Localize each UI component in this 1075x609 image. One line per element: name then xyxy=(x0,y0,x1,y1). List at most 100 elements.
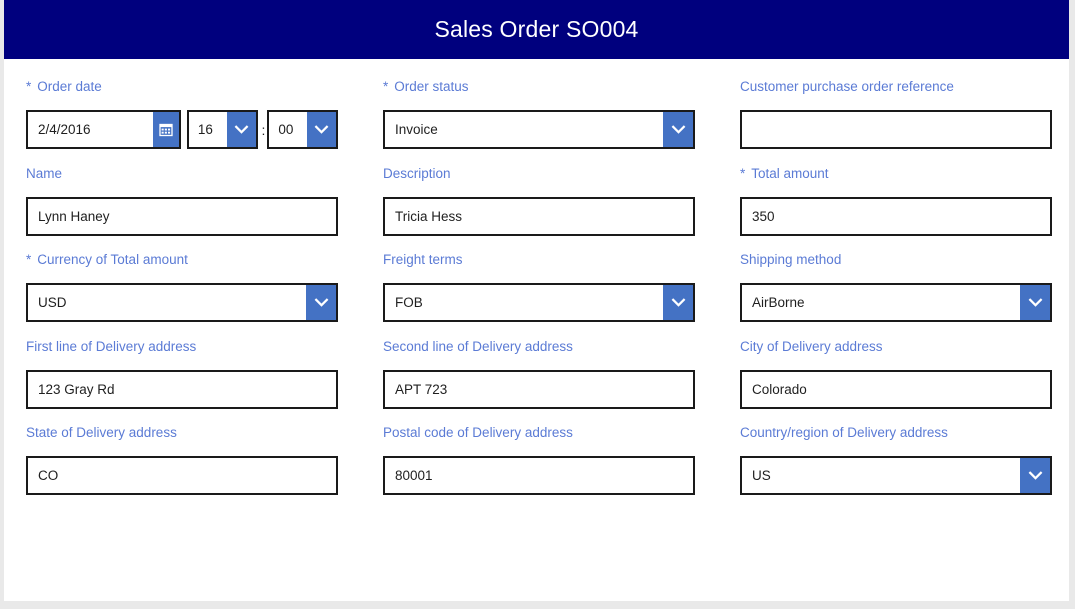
chevron-down-icon xyxy=(314,298,328,307)
chevron-down-icon xyxy=(671,298,685,307)
order-date-calendar-button[interactable] xyxy=(152,112,179,147)
field-label-text: Total amount xyxy=(751,165,829,181)
form-field-country-region-of-delivery-address: Country/region of Delivery address US xyxy=(740,425,1052,495)
second-line-of-delivery-address-input[interactable] xyxy=(383,369,695,409)
required-marker: * xyxy=(740,165,746,181)
order-date-date-picker[interactable]: 2/4/2016 xyxy=(26,110,181,149)
chevron-down-icon xyxy=(1028,298,1042,307)
freight-terms-dropdown-button[interactable] xyxy=(663,285,693,320)
order-date-minute-value: 00 xyxy=(278,122,294,137)
city-of-delivery-address-input[interactable] xyxy=(740,369,1052,409)
customer-purchase-order-reference-input[interactable] xyxy=(740,110,1052,149)
order-form: * Order date 2/4/2016 16:00 * Order status Inv… xyxy=(4,59,1069,495)
shipping-method-dropdown-button[interactable] xyxy=(1020,285,1050,320)
country-region-of-delivery-address-selected-value: US xyxy=(752,468,771,483)
order-status-selected-value: Invoice xyxy=(395,122,438,137)
form-field-order-date: * Order date 2/4/2016 16:00 xyxy=(26,79,338,149)
chevron-down-icon xyxy=(671,125,685,134)
field-label-order-date: * Order date xyxy=(26,79,338,96)
required-marker: * xyxy=(26,79,32,94)
time-separator: : xyxy=(261,121,266,138)
currency-of-total-amount-selected-value: USD xyxy=(38,295,67,310)
postal-code-of-delivery-address-input[interactable] xyxy=(383,456,695,495)
field-label-postal-code-of-delivery-address: Postal code of Delivery address xyxy=(383,425,695,442)
shipping-method-selected-value: AirBorne xyxy=(752,295,805,310)
form-row: State of Delivery address Postal code of … xyxy=(26,425,1052,495)
required-marker: * xyxy=(26,252,32,267)
form-row: First line of Delivery address Second lin… xyxy=(26,339,1052,409)
calendar-icon xyxy=(159,123,173,136)
field-label-text: Order status xyxy=(394,79,469,94)
first-line-of-delivery-address-input[interactable] xyxy=(26,369,338,409)
order-date-group: 2/4/2016 16:00 xyxy=(26,110,338,149)
order-date-minute-dropdown-button[interactable] xyxy=(307,112,336,147)
field-label-text: Name xyxy=(26,165,63,181)
field-label-text: Shipping method xyxy=(740,252,842,267)
chevron-down-icon xyxy=(314,125,329,134)
form-row: * Order date 2/4/2016 16:00 * Order status Inv… xyxy=(26,79,1052,149)
chevron-down-icon xyxy=(1028,471,1042,480)
page-header: Sales Order SO004 xyxy=(4,0,1069,59)
order-date-minute-select[interactable]: 00 xyxy=(267,110,338,149)
sales-order-form-card: Sales Order SO004 * Order date 2/4/2016 16:… xyxy=(4,0,1069,601)
country-region-of-delivery-address-combobox[interactable]: US xyxy=(740,456,1052,495)
field-label-text: City of Delivery address xyxy=(740,338,883,354)
required-marker: * xyxy=(383,79,389,94)
form-row: * Currency of Total amount USD Freight term… xyxy=(26,252,1052,322)
page-title: Sales Order SO004 xyxy=(434,16,639,42)
currency-of-total-amount-dropdown-button[interactable] xyxy=(306,285,336,320)
field-label-customer-purchase-order-reference: Customer purchase order reference xyxy=(740,79,1052,96)
field-label-total-amount: * Total amount xyxy=(740,166,1052,183)
field-label-name: Name xyxy=(26,166,338,183)
field-label-text: Freight terms xyxy=(383,252,463,267)
form-field-description: Description xyxy=(383,166,695,236)
field-label-text: Country/region of Delivery address xyxy=(740,425,948,440)
form-field-currency-of-total-amount: * Currency of Total amount USD xyxy=(26,252,338,322)
order-status-dropdown-button[interactable] xyxy=(663,112,693,147)
form-field-freight-terms: Freight terms FOB xyxy=(383,252,695,322)
form-field-customer-purchase-order-reference: Customer purchase order reference xyxy=(740,79,1052,149)
form-field-total-amount: * Total amount xyxy=(740,166,1052,236)
form-field-second-line-of-delivery-address: Second line of Delivery address xyxy=(383,339,695,409)
country-region-of-delivery-address-dropdown-button[interactable] xyxy=(1020,458,1050,493)
field-label-text: Postal code of Delivery address xyxy=(383,425,573,440)
field-label-text: Order date xyxy=(37,79,102,94)
form-field-first-line-of-delivery-address: First line of Delivery address xyxy=(26,339,338,409)
field-label-state-of-delivery-address: State of Delivery address xyxy=(26,425,338,442)
freight-terms-selected-value: FOB xyxy=(395,295,423,310)
form-field-postal-code-of-delivery-address: Postal code of Delivery address xyxy=(383,425,695,495)
field-label-text: Second line of Delivery address xyxy=(383,338,573,354)
chevron-down-icon xyxy=(234,125,248,134)
field-label-order-status: * Order status xyxy=(383,79,695,96)
field-label-freight-terms: Freight terms xyxy=(383,252,695,269)
freight-terms-combobox[interactable]: FOB xyxy=(383,283,695,322)
form-field-order-status: * Order status Invoice xyxy=(383,79,695,149)
order-date-date-value[interactable]: 2/4/2016 xyxy=(28,112,153,147)
field-label-currency-of-total-amount: * Currency of Total amount xyxy=(26,252,338,269)
form-field-name: Name xyxy=(26,166,338,236)
order-date-hour-select[interactable]: 16 xyxy=(186,110,258,149)
total-amount-input[interactable] xyxy=(740,196,1052,236)
form-row: Name Description * Total amount xyxy=(26,166,1052,236)
order-date-hour-value: 16 xyxy=(197,122,213,137)
field-label-text: Description xyxy=(383,165,451,181)
order-status-combobox[interactable]: Invoice xyxy=(383,110,695,149)
name-input[interactable] xyxy=(26,196,338,236)
description-input[interactable] xyxy=(383,196,695,236)
form-field-city-of-delivery-address: City of Delivery address xyxy=(740,339,1052,409)
order-date-hour-dropdown-button[interactable] xyxy=(226,112,256,147)
field-label-text: First line of Delivery address xyxy=(26,338,197,354)
field-label-text: Currency of Total amount xyxy=(37,252,188,267)
field-label-shipping-method: Shipping method xyxy=(740,252,1052,269)
field-label-second-line-of-delivery-address: Second line of Delivery address xyxy=(383,339,695,356)
field-label-text: Customer purchase order reference xyxy=(740,79,954,94)
form-field-state-of-delivery-address: State of Delivery address xyxy=(26,425,338,495)
field-label-text: State of Delivery address xyxy=(26,425,177,440)
field-label-first-line-of-delivery-address: First line of Delivery address xyxy=(26,339,338,356)
field-label-city-of-delivery-address: City of Delivery address xyxy=(740,339,1052,356)
form-field-shipping-method: Shipping method AirBorne xyxy=(740,252,1052,322)
field-label-country-region-of-delivery-address: Country/region of Delivery address xyxy=(740,425,1052,442)
shipping-method-combobox[interactable]: AirBorne xyxy=(740,283,1052,322)
state-of-delivery-address-input[interactable] xyxy=(26,456,338,495)
currency-of-total-amount-combobox[interactable]: USD xyxy=(26,283,338,322)
